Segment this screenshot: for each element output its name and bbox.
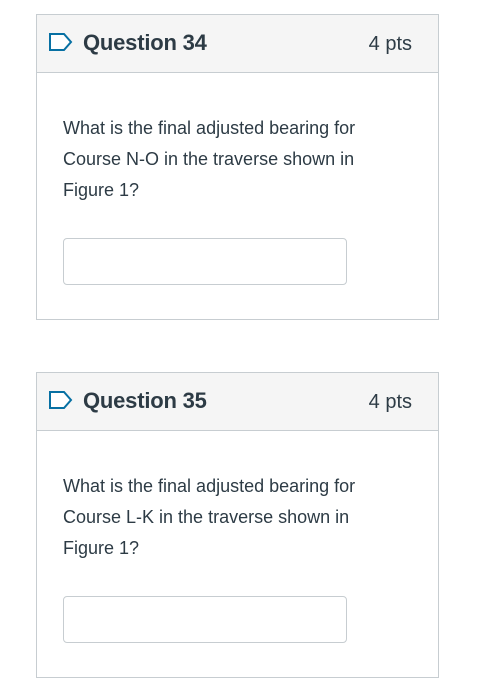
question-title: Question 34 xyxy=(83,30,207,55)
question-body: What is the final adjusted bearing for C… xyxy=(37,431,438,643)
answer-input[interactable] xyxy=(63,596,347,643)
question-points: 4 pts xyxy=(368,391,412,413)
question-text: What is the final adjusted bearing for C… xyxy=(63,118,356,200)
question-text: What is the final adjusted bearing for C… xyxy=(63,476,356,558)
question-header: Question 35 4 pts xyxy=(37,373,438,431)
flag-icon[interactable] xyxy=(48,32,74,52)
question-title: Question 35 xyxy=(83,388,207,413)
question-card-35: Question 35 4 pts What is the final adju… xyxy=(36,372,439,678)
question-body: What is the final adjusted bearing for C… xyxy=(37,73,438,285)
question-card-34: Question 34 4 pts What is the final adju… xyxy=(36,14,439,320)
answer-input[interactable] xyxy=(63,238,347,285)
question-header: Question 34 4 pts xyxy=(37,15,438,73)
question-points: 4 pts xyxy=(368,33,412,55)
flag-icon[interactable] xyxy=(48,390,74,410)
